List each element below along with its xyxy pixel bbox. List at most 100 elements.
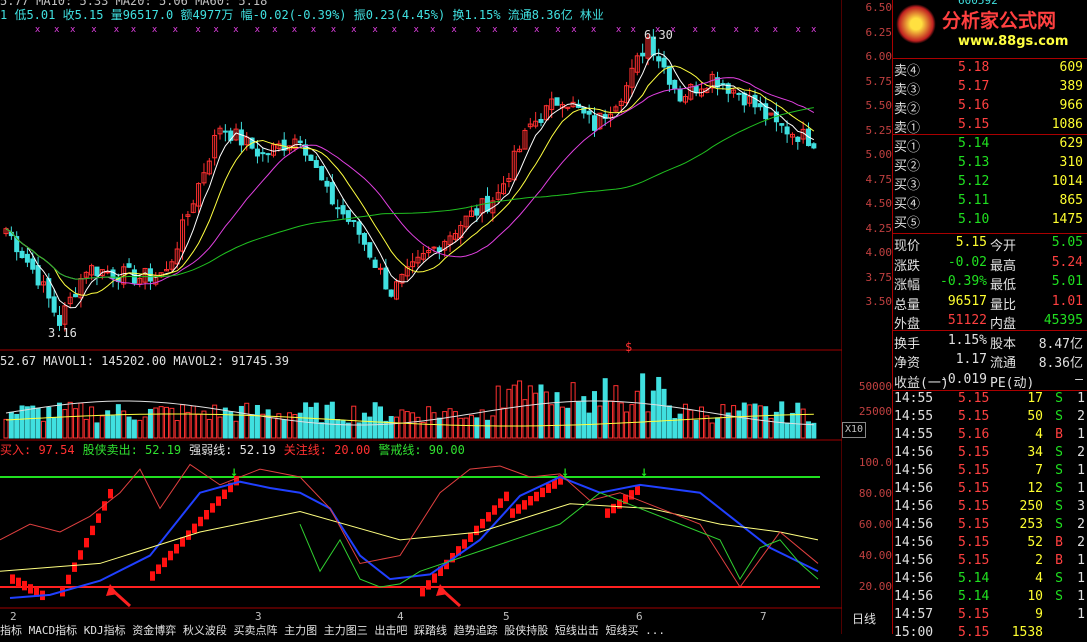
book-price: 5.14 — [958, 136, 990, 151]
buy-block — [204, 510, 209, 520]
volume-bar — [367, 416, 373, 439]
tick-row: 14:55 5.16 4 B 1 — [892, 426, 1087, 444]
tick-row: 14:55 5.15 50 S 2 — [892, 408, 1087, 426]
volume-bar — [495, 385, 501, 439]
candle-body — [319, 166, 325, 181]
candle-body — [94, 266, 100, 277]
tick-cell: 5.15 — [958, 625, 990, 640]
price-tick: 6.25 — [865, 25, 893, 39]
tick-cell: 14:56 — [894, 499, 934, 514]
panel-divider — [892, 390, 1087, 391]
candle-body — [222, 130, 228, 133]
buy-block — [474, 525, 479, 536]
volume-bar — [24, 406, 30, 439]
date-axis: 2 3 4 5 6 7 — [0, 608, 842, 624]
candle-body — [752, 94, 758, 108]
signal-marker: x — [711, 25, 717, 35]
volume-bar — [592, 391, 597, 439]
signal-marker: x — [754, 25, 760, 35]
panel-divider — [892, 330, 1087, 331]
tick-row: 14:55 5.15 17 S 1 — [892, 390, 1087, 408]
quote-row: 现价 5.15 今开 5.05 — [892, 233, 1087, 254]
bid-row[interactable]: 买① 5.14 629 — [892, 134, 1087, 155]
volume-bar — [110, 415, 116, 439]
volume-bar — [490, 415, 496, 439]
volume-bar — [372, 402, 378, 439]
quote-cell: 5.15 — [955, 235, 987, 250]
buy-block — [516, 504, 521, 514]
volume-bar — [463, 417, 469, 439]
volume-bar — [618, 402, 624, 439]
indicator-value-label: 警戒线: 90.00 — [378, 443, 465, 457]
ask-row[interactable]: 卖② 5.16 966 — [892, 96, 1087, 117]
volume-bar — [554, 392, 560, 439]
quote-cell: 5.05 — [1051, 235, 1083, 250]
volume-bar — [677, 413, 683, 439]
signal-marker: x — [591, 25, 597, 35]
period-label[interactable]: 日线 — [852, 612, 876, 626]
volume-bar — [260, 413, 266, 439]
buy-block — [635, 485, 640, 495]
date-tick: 2 — [10, 610, 17, 623]
kline-chart-area[interactable]: xxxxxxxxxxxxxxxxxxxxxxxxxxxxxxxxxxxxxxxx… — [0, 0, 876, 637]
volume-bar — [570, 382, 576, 439]
volume-bar — [319, 422, 325, 439]
volume-bar — [180, 404, 186, 439]
candle-body — [779, 123, 785, 126]
ask-row[interactable]: 卖④ 5.18 609 — [892, 58, 1087, 79]
volume-bar — [164, 406, 169, 439]
buy-block — [198, 516, 203, 527]
book-divider — [892, 134, 1087, 135]
volume-bar — [789, 412, 795, 439]
chart-canvas[interactable]: xxxxxxxxxxxxxxxxxxxxxxxxxxxxxxxxxxxxxxxx… — [0, 0, 842, 634]
bid-row[interactable]: 买③ 5.12 1014 — [892, 172, 1087, 193]
buy-block — [22, 580, 27, 591]
buy-block — [546, 483, 551, 493]
tick-cell: 5.14 — [958, 571, 990, 586]
bid-row[interactable]: 买⑤ 5.10 1475 — [892, 210, 1087, 231]
ma60-line — [5, 107, 814, 280]
volume-bar — [228, 411, 234, 439]
tick-cell: B — [1055, 427, 1063, 442]
volume-bar — [83, 418, 89, 439]
price-info-line: 1 低5.01 收5.15 量96517.0 额4977万 幅-0.02(-0.… — [0, 8, 604, 22]
volume-bar — [458, 417, 464, 439]
volume-bar — [276, 413, 282, 439]
tick-cell: 34 — [1027, 445, 1043, 460]
panel-divider — [892, 233, 1087, 234]
signal-marker: x — [372, 25, 378, 35]
tick-cell: S — [1055, 409, 1063, 424]
quote-cell: 最高 — [990, 258, 1017, 274]
bid-row[interactable]: 买④ 5.11 865 — [892, 191, 1087, 212]
book-volume: 1475 — [1051, 212, 1083, 227]
volume-bar — [608, 400, 614, 439]
tick-cell: B — [1055, 535, 1063, 550]
signal-marker: x — [70, 25, 76, 35]
volume-bar — [747, 404, 753, 439]
signal-marker: x — [292, 25, 298, 35]
indicator-tabs-bar[interactable]: 指标 MACD指标 KDJ指标 资金博弈 秋义波段 买卖点阵 主力图 主力图三 … — [0, 624, 665, 638]
tick-row: 14:56 5.14 4 S 1 — [892, 570, 1087, 588]
quote-cell: 8.36亿 — [1038, 356, 1083, 371]
ask-row[interactable]: 卖① 5.15 1086 — [892, 115, 1087, 136]
tick-cell: 14:56 — [894, 517, 934, 532]
buy-block — [468, 532, 473, 542]
book-price: 5.10 — [958, 212, 990, 227]
logo-title: 分析家公式网 — [942, 10, 1057, 32]
signal-marker: x — [351, 25, 357, 35]
volume-bar — [388, 416, 394, 439]
volume-bar — [222, 407, 228, 439]
signal-marker: x — [492, 25, 498, 35]
indicator-tick: 60.00 — [858, 518, 892, 531]
tick-list[interactable]: 14:55 5.15 17 S 1 14:55 5.15 50 S 2 14:55 5.16 4 B 1 14… — [892, 390, 1087, 640]
bid-row[interactable]: 买② 5.13 310 — [892, 153, 1087, 174]
volume-bar — [447, 408, 453, 439]
tick-cell: 14:57 — [894, 607, 934, 622]
candle-body — [811, 143, 817, 149]
ask-row[interactable]: 卖③ 5.17 389 — [892, 77, 1087, 98]
tick-cell: 5.15 — [958, 463, 990, 478]
buy-block — [72, 562, 77, 572]
quote-cell: 现价 — [894, 239, 921, 254]
signal-marker: x — [811, 25, 817, 35]
buy-block — [510, 508, 515, 518]
